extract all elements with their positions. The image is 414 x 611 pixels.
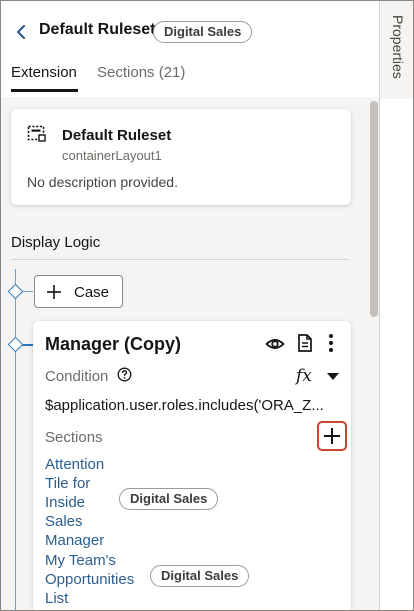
condition-label: Condition (45, 368, 109, 385)
tree-line (15, 269, 16, 610)
plus-icon (324, 428, 340, 444)
ruleset-summary-card: Default Ruleset containerLayout1 No desc… (11, 109, 351, 205)
display-logic-heading: Display Logic (11, 234, 101, 251)
chevron-left-icon (16, 24, 26, 40)
sections-label: Sections (45, 429, 103, 446)
rule-node-diamond-icon (7, 336, 24, 353)
add-case-button[interactable]: Case (34, 275, 123, 308)
tab-sections[interactable]: Sections (21) (97, 64, 185, 81)
layout-icon (27, 125, 47, 143)
section-app-badge: Digital Sales (119, 488, 219, 510)
active-tab-indicator (11, 89, 78, 92)
vertical-scrollbar[interactable] (369, 97, 379, 610)
properties-rail: Properties (379, 1, 413, 610)
tab-bar: Extension Sections (21) (1, 57, 369, 95)
divider (11, 259, 349, 260)
page-title: Default Ruleset (39, 21, 156, 38)
add-section-button[interactable] (317, 421, 347, 451)
help-icon[interactable] (117, 367, 132, 382)
condition-expression[interactable]: $application.user.roles.includes('ORA_Z.… (45, 397, 341, 414)
app-frame: Default Ruleset Digital Sales Extension … (0, 0, 414, 611)
app-badge: Digital Sales (153, 21, 253, 43)
card-subtitle: containerLayout1 (62, 148, 162, 163)
panel-content: Default Ruleset containerLayout1 No desc… (1, 97, 369, 610)
add-case-label: Case (74, 284, 110, 301)
card-title: Default Ruleset (62, 127, 172, 144)
duplicate-document-icon[interactable] (296, 333, 314, 353)
caret-down-icon[interactable] (327, 373, 339, 380)
plus-icon (47, 285, 61, 299)
back-button[interactable] (13, 21, 31, 43)
panel-header: Default Ruleset Digital Sales Extension … (1, 1, 369, 97)
properties-tab-label: Properties (390, 15, 406, 79)
rule-title: Manager (Copy) (45, 334, 182, 354)
tab-extension[interactable]: Extension (11, 64, 77, 81)
preview-eye-icon[interactable] (265, 336, 285, 352)
rule-card[interactable]: Manager (Copy) Condition fx $application… (33, 321, 351, 610)
properties-tab[interactable]: Properties (380, 1, 413, 99)
expression-editor-fx-icon[interactable]: fx (296, 366, 312, 386)
section-app-badge: Digital Sales (150, 565, 250, 587)
case-node-diamond-icon (7, 283, 24, 300)
card-description: No description provided. (27, 174, 178, 190)
scrollbar-thumb[interactable] (370, 101, 378, 317)
section-link-attention-tile[interactable]: Attention Tile for Inside Sales Manager (45, 455, 115, 550)
more-actions-kebab-icon[interactable] (327, 332, 335, 354)
section-link-team-opportunities[interactable]: My Team's Opportunities List (45, 551, 143, 608)
editor-panel: Default Ruleset Digital Sales Extension … (1, 1, 369, 610)
